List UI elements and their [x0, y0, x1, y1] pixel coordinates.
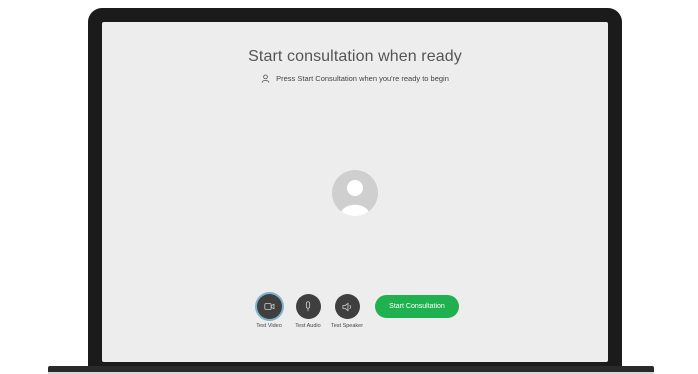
test-speaker-button[interactable]	[334, 294, 360, 319]
avatar	[332, 170, 378, 216]
test-video-button[interactable]	[256, 294, 282, 319]
device-test-controls: Test Video Test Audio Test Speaker Start…	[254, 294, 459, 329]
test-audio-control: Test Audio	[293, 294, 323, 329]
test-speaker-control: Test Speaker	[330, 294, 364, 329]
subtitle-text: Press Start Consultation when you're rea…	[276, 74, 449, 83]
laptop-screen: Start consultation when ready Press Star…	[102, 22, 608, 362]
speaker-icon	[342, 301, 351, 312]
test-audio-label: Test Audio	[295, 323, 321, 329]
stage: Start consultation when ready Press Star…	[0, 0, 698, 374]
start-consultation-button[interactable]: Start Consultation	[375, 295, 459, 318]
microphone-icon	[305, 301, 311, 312]
test-audio-button[interactable]	[295, 294, 321, 319]
video-camera-icon	[263, 303, 274, 310]
test-video-label: Test Video	[256, 323, 282, 329]
page-title: Start consultation when ready	[248, 48, 462, 65]
subtitle-row: Press Start Consultation when you're rea…	[102, 74, 608, 83]
test-speaker-label: Test Speaker	[330, 323, 364, 329]
person-icon	[261, 74, 270, 83]
test-video-control: Test Video	[254, 294, 284, 329]
avatar-silhouette-icon	[340, 180, 370, 216]
